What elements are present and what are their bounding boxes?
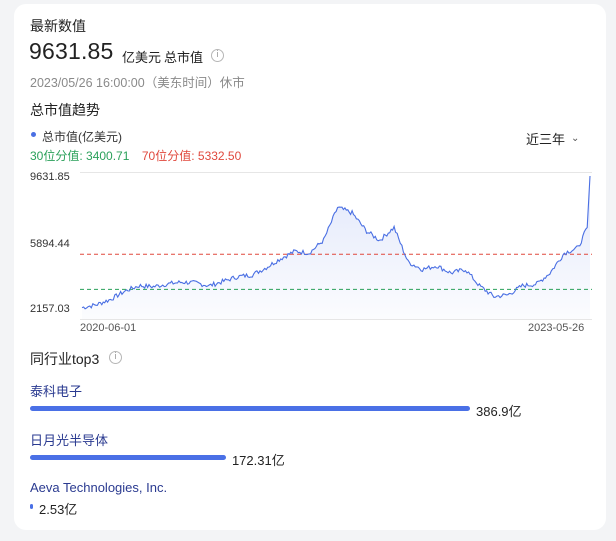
x-tick-label: 2023-05-26	[528, 322, 585, 334]
y-tick-label: 9631.85	[30, 171, 70, 183]
latest-value-title: 最新数值	[30, 18, 86, 34]
y-tick-label: 2157.03	[30, 303, 70, 315]
x-tick-label: 2020-06-01	[80, 322, 137, 334]
legend-dot-icon	[31, 132, 36, 137]
range-selector-label: 近三年	[526, 132, 566, 147]
q70-value: 5332.50	[197, 149, 242, 163]
range-selector[interactable]: 近三年 ⌄	[526, 129, 579, 148]
peer-bar	[30, 504, 33, 509]
peer-name[interactable]: 泰科电子	[30, 381, 82, 400]
quantile-row: 30位分值: 3400.71 70位分值: 5332.50	[30, 147, 241, 165]
peer-value: 2.53亿	[39, 502, 78, 517]
market-cap-metric: 总市值	[164, 50, 204, 65]
peers-title: 同行业top3	[30, 351, 100, 367]
y-tick-label: 5894.44	[30, 238, 70, 250]
peer-value: 386.9亿	[476, 404, 522, 419]
peer-name[interactable]: Aeva Technologies, Inc.	[30, 480, 167, 495]
info-icon[interactable]: i	[109, 351, 122, 364]
market-cap-unit: 亿美元	[122, 50, 162, 65]
q70-label: 70位分值:	[141, 149, 198, 163]
peer-name[interactable]: 日月光半导体	[30, 430, 108, 449]
peer-value: 172.31亿	[231, 453, 285, 468]
market-cap-value: 9631.85	[29, 38, 114, 64]
trend-title: 总市值趋势	[30, 102, 100, 118]
peer-bar	[30, 406, 470, 411]
peer-bar	[30, 455, 226, 460]
q30-value: 3400.71	[86, 149, 130, 163]
info-icon[interactable]: i	[211, 49, 224, 62]
legend-series-label: 总市值(亿美元)	[42, 130, 122, 144]
q30-label: 30位分值:	[30, 149, 87, 163]
chevron-down-icon: ⌄	[571, 133, 580, 144]
market-cap-card: 最新数值 9631.85 亿美元 总市值 i 2023/05/26 16:00:…	[14, 4, 606, 530]
series-area	[82, 176, 590, 319]
quote-timestamp: 2023/05/26 16:00:00（美东时间）休市	[30, 76, 245, 90]
market-cap-chart[interactable]	[80, 172, 592, 322]
